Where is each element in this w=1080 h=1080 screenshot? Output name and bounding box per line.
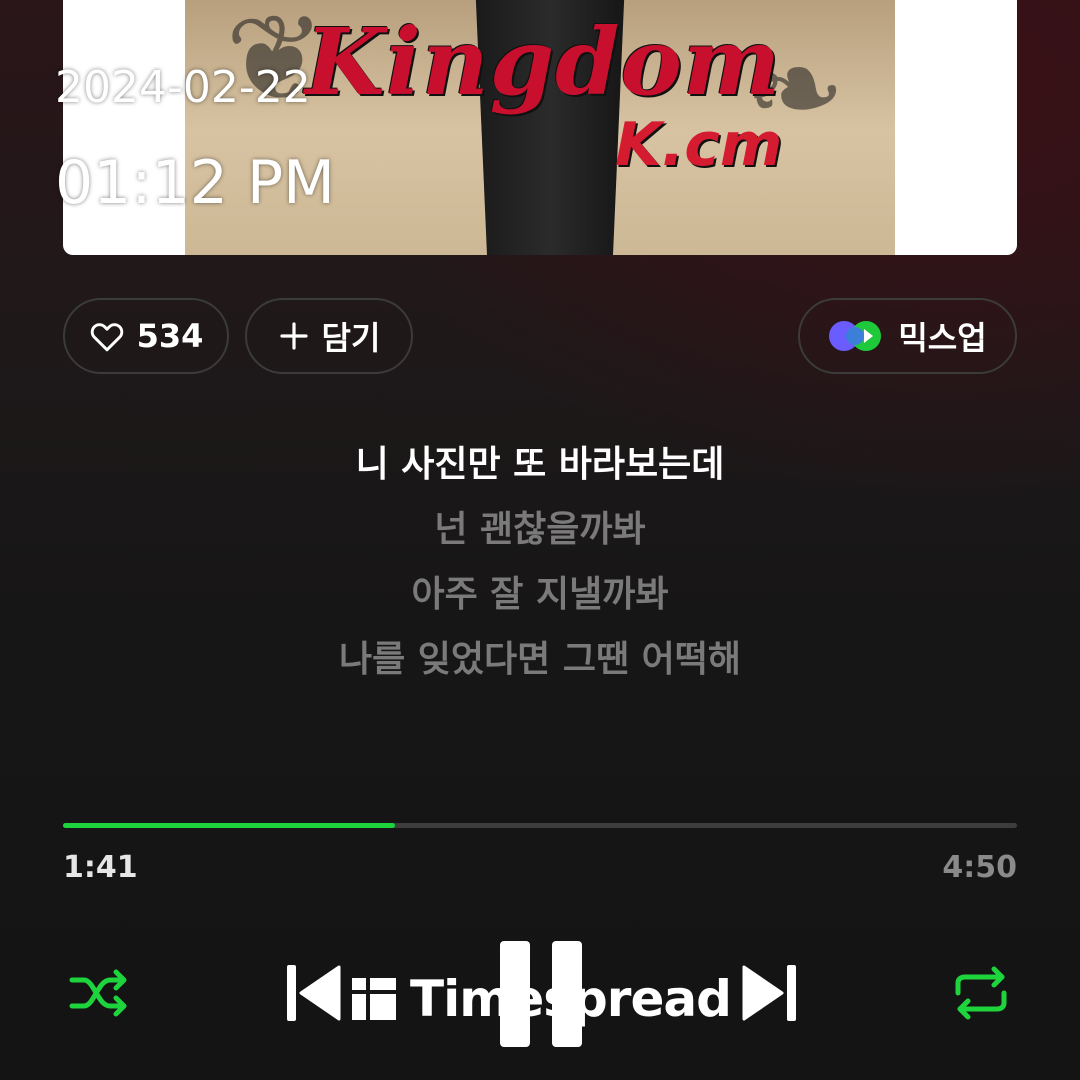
previous-button[interactable] <box>283 963 343 1027</box>
plus-icon <box>278 320 310 352</box>
lyrics-panel[interactable]: 니 사진만 또 바라보는데 넌 괜찮을까봐 아주 잘 지낼까봐 나를 잊었다면 … <box>0 432 1080 692</box>
lyric-line[interactable]: 나를 잊었다면 그땐 어떡해 <box>0 627 1080 692</box>
add-label: 담기 <box>321 319 381 357</box>
lyric-line-current[interactable]: 니 사진만 또 바라보는데 <box>0 432 1080 497</box>
watermark-logo-icon <box>352 978 396 1020</box>
skip-previous-icon <box>285 963 341 1027</box>
mixup-button[interactable]: 믹스업 <box>798 298 1017 374</box>
overlay-time: 01:12 PM <box>55 148 335 218</box>
album-art-title: Kingdom <box>305 8 782 116</box>
skip-next-icon <box>742 963 798 1027</box>
repeat-icon <box>950 963 1012 1027</box>
shuffle-icon <box>66 966 130 1024</box>
progress-bar[interactable] <box>63 823 1017 828</box>
add-to-playlist-button[interactable]: 담기 <box>245 298 413 374</box>
mixup-icon <box>828 318 886 354</box>
overlay-date: 2024-02-22 <box>55 62 311 113</box>
watermark: Timespread <box>352 970 732 1028</box>
lyric-line[interactable]: 아주 잘 지낼까봐 <box>0 562 1080 627</box>
current-time: 1:41 <box>63 850 138 885</box>
heart-icon <box>89 320 125 352</box>
like-button[interactable]: 534 <box>63 298 229 374</box>
watermark-text: Timespread <box>410 970 732 1028</box>
next-button[interactable] <box>740 963 800 1027</box>
progress-fill <box>63 823 395 828</box>
album-art-artist: K.cm <box>615 110 783 180</box>
mixup-label: 믹스업 <box>898 319 987 357</box>
like-count: 534 <box>136 317 204 355</box>
shuffle-button[interactable] <box>63 962 133 1028</box>
lyric-line[interactable]: 넌 괜찮을까봐 <box>0 497 1080 562</box>
repeat-button[interactable] <box>946 962 1016 1028</box>
total-time: 4:50 <box>942 850 1017 885</box>
